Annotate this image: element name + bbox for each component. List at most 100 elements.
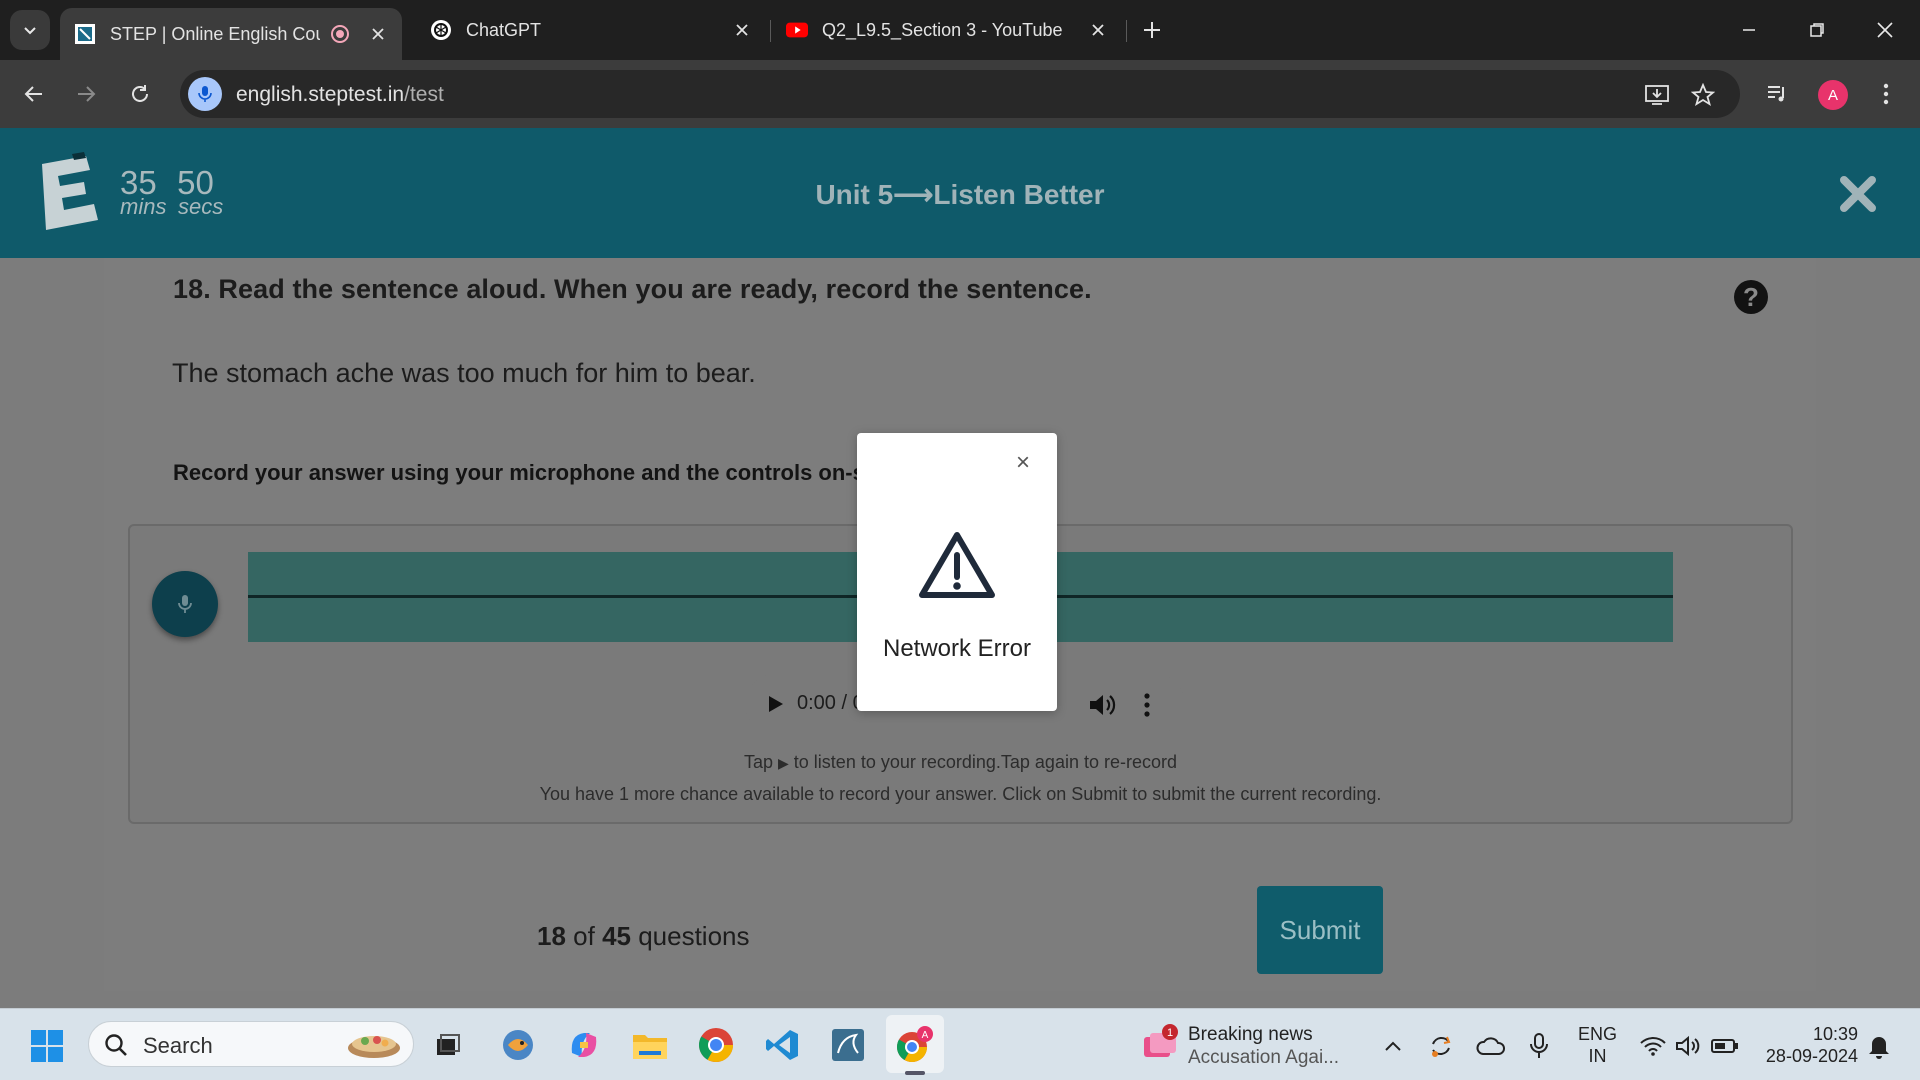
taskbar-active-indicator	[905, 1071, 925, 1075]
notifications-button[interactable]	[1862, 1029, 1896, 1063]
taskbar-search[interactable]: Search	[88, 1021, 414, 1067]
fish-app-icon	[503, 1030, 533, 1060]
browser-tab-strip: STEP | Online English Course ChatGPT Q2_…	[0, 0, 1920, 60]
tab-search-button[interactable]	[10, 10, 50, 50]
chances-remaining: You have 1 more chance available to reco…	[539, 784, 1382, 804]
close-test-icon[interactable]	[1838, 174, 1878, 214]
restore-icon	[1810, 23, 1824, 37]
windows-start-icon[interactable]	[30, 1029, 64, 1063]
profile-avatar[interactable]: A	[1818, 80, 1848, 110]
volume-icon	[1676, 1035, 1700, 1057]
url-host: english.steptest.in	[236, 83, 405, 106]
restore-button[interactable]	[1792, 10, 1842, 50]
database-app-icon	[832, 1029, 864, 1061]
battery-tray-button[interactable]	[1708, 1029, 1742, 1063]
kebab-menu-icon	[1883, 83, 1889, 105]
system-clock[interactable]: 10:39 28-09-2024	[1762, 1023, 1858, 1067]
taskbar-app-widgets[interactable]	[498, 1025, 538, 1065]
taskbar-app-mysql[interactable]	[828, 1025, 868, 1065]
taskbar-app-file-explorer[interactable]	[630, 1025, 670, 1065]
install-app-button[interactable]	[1642, 80, 1672, 110]
network-error-modal: × Network Error	[857, 433, 1057, 711]
youtube-favicon-icon	[786, 19, 808, 41]
recording-indicator-icon	[330, 24, 350, 44]
question-counter: 18 of 45 questions	[537, 921, 750, 952]
battery-icon	[1711, 1039, 1738, 1053]
tab-close-icon[interactable]	[732, 20, 752, 40]
help-icon[interactable]: ?	[1734, 280, 1768, 314]
reload-button[interactable]	[120, 74, 160, 114]
tab-separator	[1126, 20, 1127, 42]
volume-tray-button[interactable]	[1672, 1029, 1706, 1063]
record-instruction: Record your answer using your microphone…	[173, 460, 886, 485]
browser-menu-button[interactable]	[1866, 74, 1906, 114]
play-icon[interactable]	[761, 690, 789, 718]
volume-icon[interactable]	[1087, 690, 1117, 720]
wifi-icon	[1640, 1037, 1666, 1056]
folder-icon	[633, 1035, 667, 1059]
tab-title: ChatGPT	[466, 19, 542, 40]
chevron-up-icon	[1385, 1041, 1401, 1051]
new-tab-button[interactable]	[1136, 14, 1168, 46]
taskbar-app-copilot[interactable]	[564, 1025, 604, 1065]
taskbar-app-chrome[interactable]	[696, 1025, 736, 1065]
warning-icon	[919, 532, 995, 598]
address-bar[interactable]: english.steptest.in/test	[180, 70, 1740, 118]
sync-icon	[1432, 1036, 1451, 1057]
taskbar-app-vscode[interactable]	[762, 1025, 802, 1065]
bookmark-button[interactable]	[1688, 80, 1718, 110]
bell-icon	[1869, 1037, 1889, 1059]
news-subtitle[interactable]: Accusation Agai...	[1188, 1047, 1339, 1069]
plus-icon	[1144, 22, 1160, 38]
reload-icon	[132, 85, 148, 102]
submit-button[interactable]: Submit	[1257, 886, 1383, 974]
close-window-button[interactable]	[1860, 10, 1910, 50]
clock-date: 28-09-2024	[1765, 1046, 1858, 1066]
tab-youtube[interactable]: Q2_L9.5_Section 3 - YouTube	[772, 8, 1122, 52]
record-button[interactable]	[152, 571, 218, 637]
copilot-icon	[571, 1033, 597, 1057]
microphone-tray-button[interactable]	[1522, 1029, 1556, 1063]
back-button[interactable]	[14, 74, 54, 114]
microphone-icon	[178, 595, 192, 613]
language-indicator[interactable]: ENG IN	[1578, 1023, 1617, 1067]
modal-close-button[interactable]: ×	[1013, 449, 1033, 476]
tab-separator	[770, 20, 771, 42]
chrome-icon	[699, 1028, 733, 1062]
show-hidden-icons-button[interactable]	[1376, 1029, 1410, 1063]
news-widget-icon[interactable]: 1	[1140, 1023, 1180, 1065]
onedrive-tray-button[interactable]	[1474, 1029, 1508, 1063]
minimize-button[interactable]	[1724, 10, 1774, 50]
tab-close-icon[interactable]	[368, 24, 388, 44]
question-title: 18. Read the sentence aloud. When you ar…	[173, 274, 1092, 304]
tab-step[interactable]: STEP | Online English Course	[60, 8, 402, 60]
news-title[interactable]: Breaking news	[1188, 1024, 1313, 1046]
chatgpt-favicon-icon	[430, 19, 452, 41]
microphone-icon	[1530, 1033, 1548, 1058]
taskbar-app-chrome-profile[interactable]: A	[894, 1025, 934, 1065]
step-favicon-icon	[74, 23, 96, 45]
tab-title: Q2_L9.5_Section 3 - YouTube	[822, 19, 1063, 40]
app-header: 35 50 mins secs Unit 5⟶Listen Better	[0, 128, 1920, 258]
counter-of-label: of	[565, 921, 603, 951]
prompt-sentence: The stomach ache was too much for him to…	[172, 358, 756, 388]
cloud-icon	[1476, 1037, 1505, 1055]
search-highlight-icon	[348, 1036, 400, 1058]
hint-suffix: to listen to your recording.Tap again to…	[788, 752, 1178, 772]
svg-text:A: A	[922, 1030, 929, 1041]
search-icon	[105, 1034, 127, 1056]
search-placeholder: Search	[143, 1033, 213, 1058]
microphone-icon	[198, 86, 212, 102]
tab-chatgpt[interactable]: ChatGPT	[416, 8, 766, 52]
kebab-menu-icon[interactable]	[1137, 690, 1157, 720]
media-controls-button[interactable]	[1758, 74, 1798, 114]
tab-close-icon[interactable]	[1088, 20, 1108, 40]
sync-tray-button[interactable]	[1424, 1029, 1458, 1063]
forward-button[interactable]	[66, 74, 106, 114]
minimize-icon	[1743, 29, 1755, 31]
voice-search-button[interactable]	[188, 77, 222, 111]
chrome-profile-icon: A	[897, 1026, 933, 1063]
wifi-tray-button[interactable]	[1636, 1029, 1670, 1063]
task-view-button[interactable]	[428, 1025, 468, 1065]
unit-title: Unit 5⟶Listen Better	[815, 179, 1105, 210]
